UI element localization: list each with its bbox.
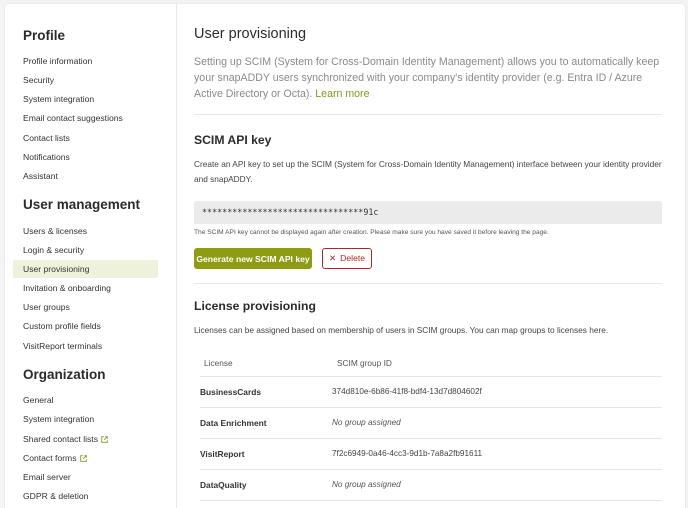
table-row: DataQuality No group assigned — [200, 469, 662, 500]
sidebar-section-title-organization: Organization — [23, 367, 106, 382]
sidebar-item-notifications[interactable]: Notifications — [13, 148, 158, 166]
external-link-icon — [79, 455, 87, 462]
license-provisioning-heading: License provisioning — [194, 299, 316, 313]
table-row: BusinessCards 374d810e-6b86-41f8-bdf4-13… — [200, 376, 662, 407]
generate-api-key-button[interactable]: Generate new SCIM API key — [194, 248, 312, 269]
sidebar-section-title-user-management: User management — [23, 197, 141, 212]
table-row: VisitReport 7f2c6949-0a46-4cc3-9d1b-7a8a… — [200, 438, 662, 469]
sidebar: Profile Profile information Security Sys… — [5, 4, 177, 508]
license-name: BusinessCards — [200, 387, 261, 397]
intro-description: Setting up SCIM (System for Cross-Domain… — [194, 56, 660, 100]
divider — [194, 114, 662, 115]
table-row: Data Enrichment No group assigned — [200, 407, 662, 438]
api-key-field[interactable]: ********************************91c — [194, 201, 662, 224]
scim-api-key-description: Create an API key to set up the SCIM (Sy… — [194, 159, 662, 184]
scim-api-key-heading: SCIM API key — [194, 133, 272, 147]
license-name: DataQuality — [200, 480, 247, 490]
external-link-icon — [101, 436, 108, 443]
main-content: User provisioning Setting up SCIM (Syste… — [194, 4, 662, 508]
scim-group-id[interactable]: No group assigned — [332, 418, 401, 427]
page-title: User provisioning — [194, 26, 307, 42]
sidebar-item-user-groups[interactable]: User groups — [13, 298, 158, 316]
settings-card: Profile Profile information Security Sys… — [5, 4, 685, 508]
sidebar-item-email-contact-suggestions[interactable]: Email contact suggestions — [13, 109, 158, 127]
sidebar-item-contact-lists[interactable]: Contact lists — [13, 129, 158, 147]
close-icon: ✕ — [328, 253, 337, 263]
column-header-scim-group-id: SCIM group ID — [337, 358, 392, 368]
sidebar-item-visitreport-terminals[interactable]: VisitReport terminals — [13, 337, 158, 355]
sidebar-item-org-system-integration[interactable]: System integration — [13, 410, 158, 428]
scim-group-id[interactable]: 7f2c6949-0a46-4cc3-9d1b-7a8a2fb91611 — [332, 449, 482, 458]
sidebar-item-login-security[interactable]: Login & security — [13, 241, 158, 259]
sidebar-item-security[interactable]: Security — [13, 71, 158, 89]
sidebar-item-label: Shared contact lists — [23, 434, 98, 444]
sidebar-item-assistant[interactable]: Assistant — [13, 167, 158, 185]
sidebar-item-contact-forms[interactable]: Contact forms — [13, 449, 158, 467]
divider — [194, 283, 662, 284]
sidebar-item-invitation-onboarding[interactable]: Invitation & onboarding — [13, 279, 158, 297]
sidebar-item-profile-information[interactable]: Profile information — [13, 52, 158, 70]
column-header-license: License — [204, 358, 233, 368]
sidebar-item-system-integration[interactable]: System integration — [13, 90, 158, 108]
api-key-hint: The SCIM API key cannot be displayed aga… — [194, 229, 549, 236]
sidebar-section-title-profile: Profile — [23, 28, 66, 43]
table-bottom-border — [200, 500, 662, 501]
sidebar-item-label: Contact forms — [23, 453, 77, 463]
sidebar-item-custom-profile-fields[interactable]: Custom profile fields — [13, 317, 158, 335]
sidebar-item-gdpr-deletion[interactable]: GDPR & deletion — [13, 487, 158, 505]
delete-api-key-button[interactable]: ✕ Delete — [322, 248, 372, 269]
scim-group-id[interactable]: No group assigned — [332, 480, 401, 489]
sidebar-item-general[interactable]: General — [13, 391, 158, 409]
sidebar-item-email-server[interactable]: Email server — [13, 468, 158, 486]
license-name: VisitReport — [200, 449, 245, 459]
learn-more-link[interactable]: Learn more — [315, 88, 369, 100]
sidebar-item-users-licenses[interactable]: Users & licenses — [13, 222, 158, 240]
license-provisioning-description: Licenses can be assigned based on member… — [194, 325, 609, 335]
delete-label: Delete — [340, 253, 366, 263]
intro-text: Setting up SCIM (System for Cross-Domain… — [194, 54, 662, 102]
scim-group-id[interactable]: 374d810e-6b86-41f8-bdf4-13d7d804602f — [332, 387, 482, 396]
sidebar-item-shared-contact-lists[interactable]: Shared contact lists — [13, 430, 158, 448]
license-name: Data Enrichment — [200, 418, 267, 428]
sidebar-item-user-provisioning[interactable]: User provisioning — [13, 260, 158, 278]
